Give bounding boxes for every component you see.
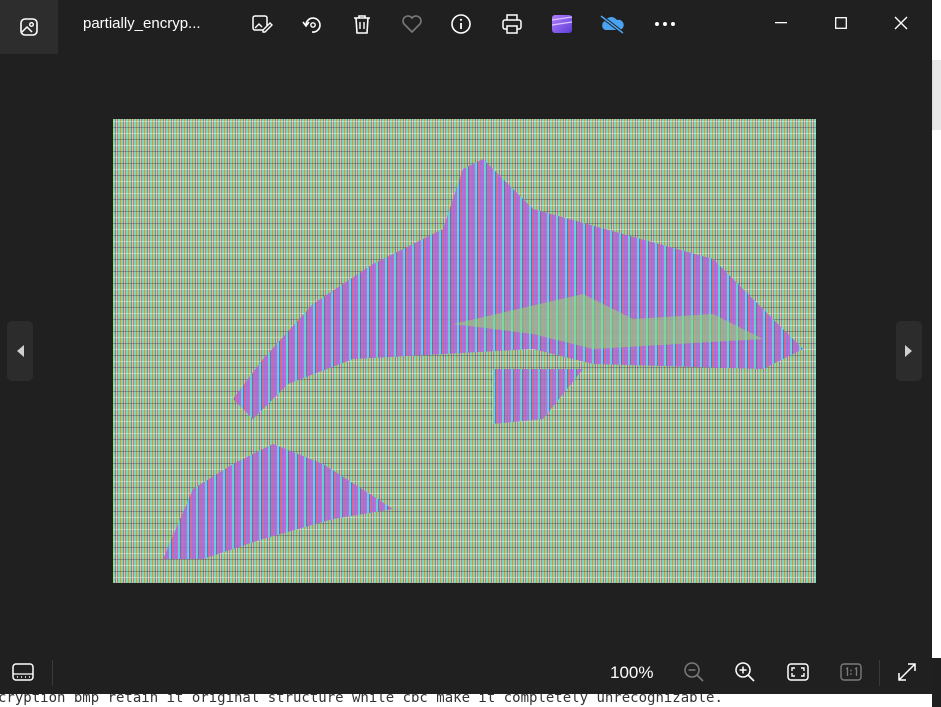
fullscreen-button[interactable] bbox=[889, 656, 925, 688]
clipchamp-button[interactable] bbox=[545, 8, 579, 40]
print-button[interactable] bbox=[495, 8, 529, 40]
close-button[interactable] bbox=[872, 0, 930, 46]
photos-app-icon bbox=[0, 0, 58, 54]
bottom-divider-right bbox=[879, 660, 880, 686]
file-info-button[interactable] bbox=[444, 8, 478, 40]
displayed-image[interactable] bbox=[113, 119, 816, 583]
favorite-button[interactable] bbox=[395, 8, 429, 40]
minimize-button[interactable] bbox=[752, 0, 810, 46]
previous-image-button[interactable] bbox=[7, 321, 33, 381]
printer-icon bbox=[501, 13, 523, 35]
trash-icon bbox=[352, 13, 372, 35]
next-image-button[interactable] bbox=[896, 321, 922, 381]
onedrive-off-icon bbox=[598, 13, 626, 35]
maximize-icon bbox=[835, 17, 847, 29]
image-viewer bbox=[0, 54, 932, 648]
image-shape-overlay bbox=[163, 159, 803, 559]
zoom-in-icon bbox=[734, 661, 756, 683]
chevron-left-icon bbox=[15, 344, 25, 358]
more-options-button[interactable] bbox=[648, 8, 682, 40]
actual-size-icon bbox=[840, 663, 862, 681]
window-title: partially_encryp... bbox=[83, 15, 201, 32]
filmstrip-button[interactable] bbox=[5, 656, 41, 688]
zoom-out-button[interactable] bbox=[676, 656, 712, 688]
clipchamp-icon bbox=[551, 13, 573, 35]
background-caption-line: cryption bmp retain it original structur… bbox=[0, 694, 723, 706]
rotate-icon bbox=[301, 13, 323, 35]
more-icon bbox=[654, 21, 676, 27]
zoom-level[interactable]: 100% bbox=[610, 663, 653, 683]
filmstrip-icon bbox=[12, 663, 34, 681]
fullscreen-icon bbox=[897, 662, 917, 682]
fit-to-window-icon bbox=[787, 663, 809, 681]
close-icon bbox=[894, 16, 908, 30]
background-dark-panel bbox=[932, 658, 941, 707]
bottom-bar: 100% bbox=[0, 648, 932, 697]
background-scrollbar bbox=[932, 60, 941, 130]
onedrive-button[interactable] bbox=[595, 8, 629, 40]
maximize-button[interactable] bbox=[812, 0, 870, 46]
edit-image-icon bbox=[251, 13, 273, 35]
actual-size-button[interactable] bbox=[833, 656, 869, 688]
chevron-right-icon bbox=[904, 344, 914, 358]
heart-icon bbox=[401, 14, 423, 34]
zoom-in-button[interactable] bbox=[727, 656, 763, 688]
title-bar: partially_encryp... bbox=[0, 0, 932, 54]
minimize-icon bbox=[775, 22, 787, 24]
info-icon bbox=[450, 13, 472, 35]
edit-image-button[interactable] bbox=[245, 8, 279, 40]
bottom-divider-left bbox=[52, 660, 53, 686]
delete-button[interactable] bbox=[345, 8, 379, 40]
background-window-edge bbox=[932, 0, 941, 707]
fit-to-window-button[interactable] bbox=[780, 656, 816, 688]
rotate-button[interactable] bbox=[295, 8, 329, 40]
background-document-text: cryption bmp retain it original structur… bbox=[0, 694, 932, 707]
photos-window: partially_encryp... 100% bbox=[0, 0, 932, 697]
zoom-out-icon bbox=[683, 661, 705, 683]
